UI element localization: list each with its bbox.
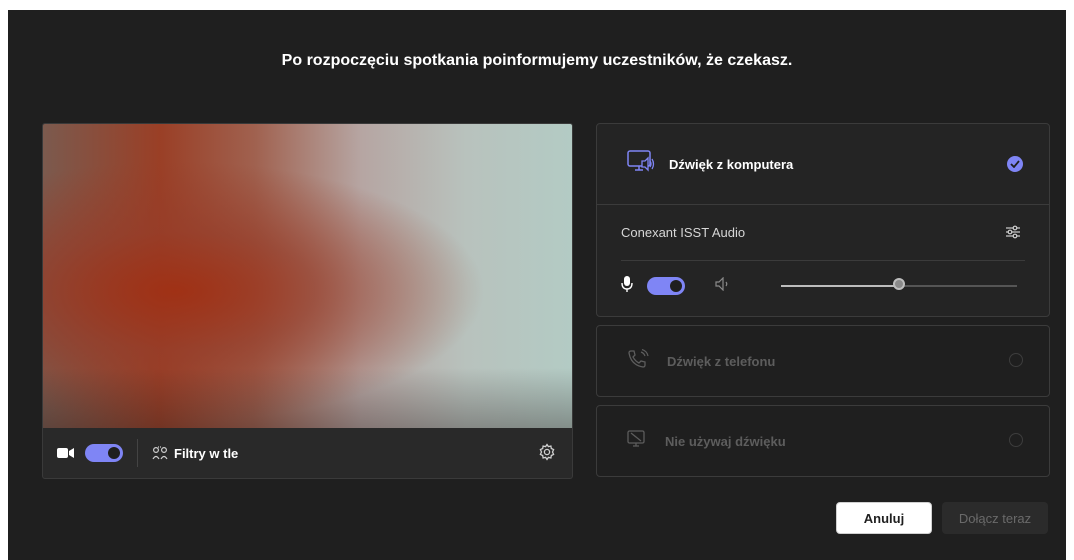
speaker-volume-fill <box>781 285 899 287</box>
audio-settings-sliders-icon[interactable] <box>1005 224 1021 243</box>
background-filters-icon <box>152 446 168 460</box>
background-filters-button[interactable]: Filtry w tle <box>152 446 238 461</box>
cancel-button[interactable]: Anuluj <box>836 502 932 534</box>
no-audio-label: Nie używaj dźwięku <box>665 433 786 449</box>
no-audio-option[interactable]: Nie używaj dźwięku <box>596 405 1050 477</box>
speaker-icon <box>715 276 733 296</box>
microphone-toggle[interactable] <box>647 277 685 295</box>
phone-audio-label: Dźwięk z telefonu <box>667 353 776 369</box>
camera-icon <box>57 446 77 460</box>
phone-audio-icon <box>627 348 649 374</box>
video-preview-panel: Filtry w tle <box>42 123 573 479</box>
device-settings-icon[interactable] <box>538 443 556 466</box>
phone-audio-option[interactable]: Dźwięk z telefonu <box>596 325 1050 397</box>
selected-check-icon <box>1007 156 1023 172</box>
video-toolbar: Filtry w tle <box>43 428 572 478</box>
speaker-volume-slider[interactable] <box>781 278 1017 290</box>
audio-device-name: Conexant ISST Audio <box>621 224 746 240</box>
camera-toggle[interactable] <box>85 444 123 462</box>
speaker-volume-thumb[interactable] <box>893 278 905 290</box>
mic-speaker-row <box>621 264 1025 308</box>
no-audio-radio[interactable] <box>1009 433 1023 447</box>
join-now-button[interactable]: Dołącz teraz <box>942 502 1048 534</box>
no-audio-icon <box>627 429 647 453</box>
microphone-icon <box>621 275 633 298</box>
camera-preview <box>43 124 572 428</box>
computer-audio-option[interactable]: Dźwięk z komputera Conexant ISST Audio <box>596 123 1050 317</box>
computer-audio-header[interactable]: Dźwięk z komputera <box>597 124 1049 205</box>
toolbar-divider <box>137 439 138 467</box>
phone-audio-radio[interactable] <box>1009 353 1023 367</box>
computer-audio-icon <box>627 149 655 179</box>
computer-audio-label: Dźwięk z komputera <box>669 156 794 172</box>
dialog-title: Po rozpoczęciu spotkania poinformujemy u… <box>281 52 793 69</box>
prejoin-dialog: Po rozpoczęciu spotkania poinformujemy u… <box>8 10 1066 560</box>
background-filters-label: Filtry w tle <box>174 445 239 461</box>
audio-device-row[interactable]: Conexant ISST Audio <box>621 204 1025 261</box>
